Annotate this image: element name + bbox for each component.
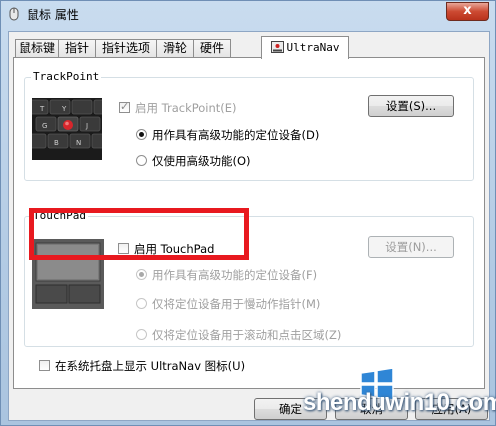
mouse-icon	[9, 7, 19, 21]
touchpad-advanced-label: 用作具有高级功能的定位设备(F)	[152, 268, 318, 282]
svg-text:N: N	[76, 139, 81, 147]
watermark: shenduwin10.com	[295, 365, 496, 425]
watermark-text: shenduwin10.com	[303, 389, 496, 416]
tray-icon-checkbox[interactable]	[39, 360, 50, 371]
svg-text:T: T	[39, 105, 45, 113]
mouse-properties-window: 鼠标 属性 x 鼠标键 指针 指针选项 滑轮 硬件 UltraNav Track…	[0, 0, 496, 426]
svg-text:Y: Y	[61, 105, 67, 113]
tab-ultranav-label: UltraNav	[286, 41, 340, 54]
trackpoint-advanced-radio[interactable]	[136, 129, 147, 140]
trackpoint-enable-label: 启用 TrackPoint(E)	[135, 101, 237, 115]
tab-ultranav[interactable]: UltraNav	[261, 36, 349, 59]
tab-pointers[interactable]: 指针	[58, 39, 96, 58]
close-button[interactable]: x	[446, 2, 489, 21]
window-title: 鼠标 属性	[27, 8, 79, 22]
svg-text:J: J	[85, 122, 88, 130]
trackpoint-group-label: TrackPoint	[31, 70, 102, 83]
tab-wheel[interactable]: 滑轮	[156, 39, 194, 58]
dialog-client: 鼠标键 指针 指针选项 滑轮 硬件 UltraNav TrackPoint T …	[8, 31, 490, 421]
trackpoint-advanced-label: 用作具有高级功能的定位设备(D)	[152, 128, 320, 142]
touchpad-advanced-radio[interactable]	[136, 269, 147, 280]
ultranav-icon	[270, 41, 284, 53]
trackpoint-settings-button[interactable]: 设置(S)...	[368, 95, 454, 117]
tray-icon-label: 在系统托盘上显示 UltraNav 图标(U)	[55, 359, 246, 373]
title-bar[interactable]: 鼠标 属性 x	[1, 1, 495, 27]
trackpoint-keyboard-icon: T Y G J B N	[32, 98, 102, 160]
svg-text:B: B	[54, 139, 59, 147]
trackpoint-advanced-only-label: 仅使用高级功能(O)	[152, 154, 251, 168]
ultranav-panel: TrackPoint T Y G J B N ✓ 启用 TrackPoint(E…	[13, 57, 485, 389]
trackpoint-advanced-only-radio[interactable]	[136, 155, 147, 166]
trackpoint-enable-checkbox[interactable]	[119, 100, 130, 113]
touchpad-scroll-click-radio[interactable]	[136, 329, 147, 340]
tab-pointer-options[interactable]: 指针选项	[95, 39, 157, 58]
touchpad-slow-motion-label: 仅将定位设备用于慢动作指针(M)	[152, 297, 321, 311]
svg-text:G: G	[42, 122, 47, 130]
touchpad-slow-motion-radio[interactable]	[136, 298, 147, 309]
tab-buttons[interactable]: 鼠标键	[15, 39, 59, 58]
touchpad-settings-button[interactable]: 设置(N)...	[368, 236, 454, 258]
red-highlight-box	[29, 208, 249, 260]
touchpad-scroll-click-label: 仅将定位设备用于滚动和点击区域(Z)	[152, 328, 342, 342]
tab-hardware[interactable]: 硬件	[193, 39, 231, 58]
trackpoint-image: T Y G J B N	[32, 98, 102, 160]
